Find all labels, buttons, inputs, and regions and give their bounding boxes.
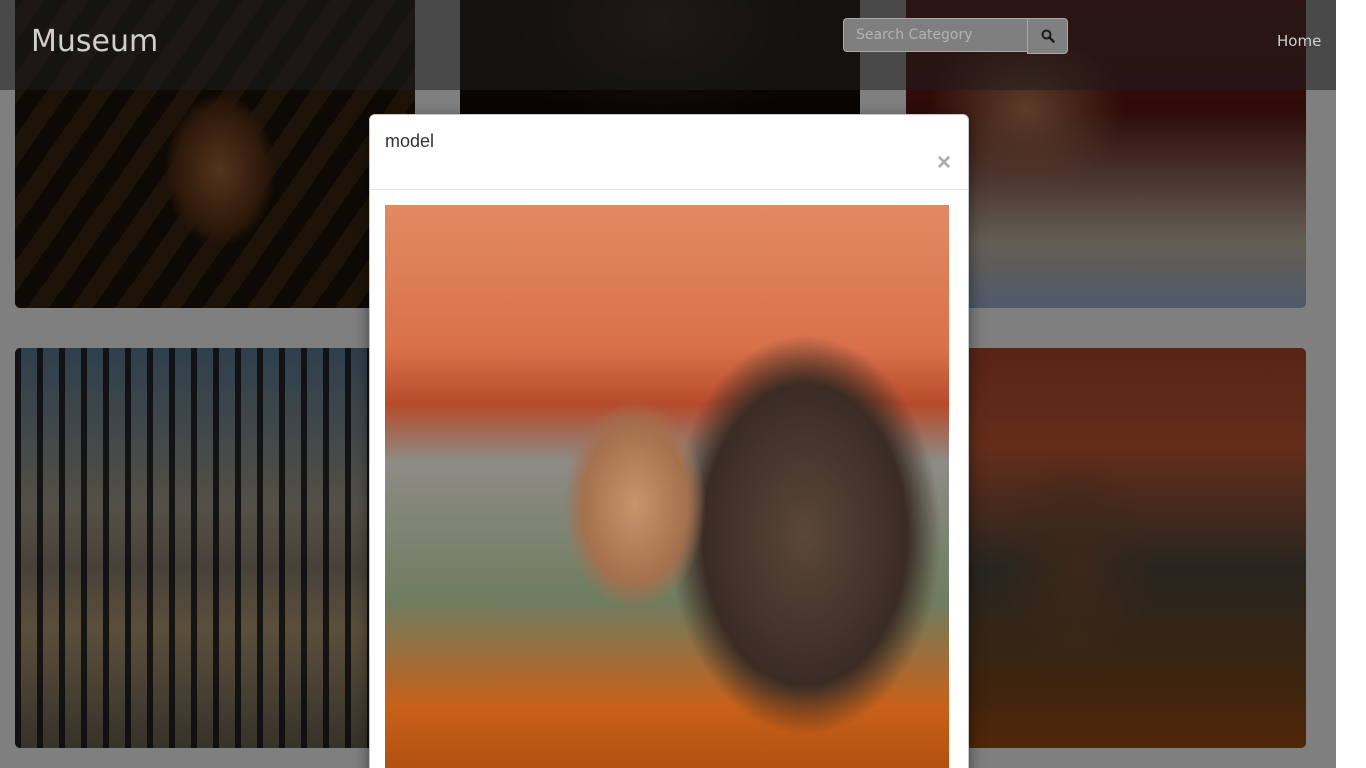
modal-title: model [385,131,435,151]
search-form [843,18,1068,54]
image-modal: model × [369,114,969,768]
nav-link-home[interactable]: Home [1277,32,1321,50]
close-icon[interactable]: × [934,151,954,175]
modal-header: model × [370,115,968,190]
search-button[interactable] [1027,18,1068,54]
brand-logo[interactable]: Museum [31,24,158,59]
search-icon [1041,29,1055,43]
page-scrollbar[interactable]: ▲ ▼ [1336,0,1366,768]
page: Museum Home ▲ ▼ model × [0,0,1366,768]
modal-image [385,205,949,768]
search-input[interactable] [843,18,1027,52]
navbar: Museum Home [0,0,1336,90]
